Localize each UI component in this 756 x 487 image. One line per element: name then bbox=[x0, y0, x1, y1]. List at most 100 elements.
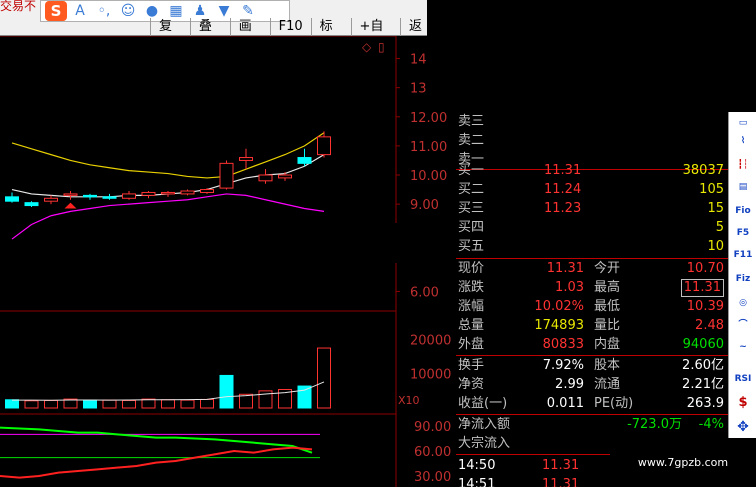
stat-value: 10.70 bbox=[686, 261, 724, 276]
kline-icon[interactable]: ┇┆ bbox=[732, 156, 754, 174]
macd-icon[interactable]: ◎ bbox=[732, 294, 754, 312]
buy-label: 买五 bbox=[458, 239, 485, 254]
fuquan-button[interactable]: 复权 bbox=[150, 18, 190, 52]
stat-row: 涨幅 10.02% 最低 10.39 bbox=[456, 297, 726, 316]
f10-icon[interactable]: Fio bbox=[732, 202, 754, 220]
fund-row: 净资 2.99 流通 2.21亿 bbox=[456, 375, 726, 394]
english-mode-icon[interactable]: A bbox=[69, 1, 91, 21]
ma5-line bbox=[11, 154, 325, 198]
stat-row: 外盘 80833 内盘 94060 bbox=[456, 335, 726, 354]
volume-bar bbox=[83, 399, 97, 409]
f10-button[interactable]: F10 bbox=[269, 18, 311, 36]
draw-line-button[interactable]: 画线 bbox=[229, 18, 270, 52]
buy-label: 买二 bbox=[458, 182, 485, 197]
candle-body bbox=[161, 191, 175, 195]
stat-value: 11.31 bbox=[546, 261, 584, 276]
volume-bar bbox=[24, 400, 39, 409]
candle-body bbox=[122, 193, 136, 199]
candle-body bbox=[102, 196, 117, 199]
volume-bar bbox=[5, 399, 19, 409]
fund-value: 2.99 bbox=[555, 377, 584, 392]
buy-label: 买四 bbox=[458, 220, 485, 235]
stat-label: 内盘 bbox=[594, 337, 621, 352]
add-favorite-button[interactable]: +自选 bbox=[350, 18, 400, 52]
fund-label: 净资 bbox=[458, 377, 485, 392]
stat-label: 最高 bbox=[594, 280, 621, 295]
punctuation-icon[interactable]: ◦, bbox=[93, 1, 115, 21]
fund-value: 7.92% bbox=[542, 358, 584, 373]
tick-price: 11.31 bbox=[542, 477, 580, 487]
buy-label: 买一 bbox=[458, 163, 485, 178]
f11-icon[interactable]: F11 bbox=[732, 246, 754, 264]
stat-value: 2.48 bbox=[695, 318, 724, 333]
stat-label: 外盘 bbox=[458, 337, 485, 352]
stat-row: 现价 11.31 今开 10.70 bbox=[456, 259, 726, 278]
indicator-icon[interactable]: ~ bbox=[732, 338, 754, 356]
move-icon[interactable]: ✥ bbox=[732, 418, 754, 436]
buy-signal-icon bbox=[64, 202, 77, 209]
indicator-tick-label: 90.00 bbox=[414, 420, 451, 435]
candle-body bbox=[24, 202, 39, 207]
sell-row[interactable]: 卖三 bbox=[456, 112, 726, 131]
candle-body bbox=[317, 136, 331, 156]
stat-value: 94060 bbox=[682, 337, 724, 352]
quote-panel: 卖三 卖二 卖一 买一 11.31 38037 买二 11.24 105 买三 … bbox=[456, 112, 728, 487]
table-icon[interactable]: ▤ bbox=[732, 178, 754, 196]
volume-tick-label: 10000 bbox=[410, 368, 451, 383]
sell-row[interactable]: 卖二 bbox=[456, 131, 726, 150]
tick-price: 11.31 bbox=[542, 458, 580, 473]
candle-body bbox=[63, 193, 78, 196]
redacted-block bbox=[427, 0, 756, 112]
f12-icon[interactable]: Fiz bbox=[732, 270, 754, 288]
price-tick-label: 10.00 bbox=[410, 169, 447, 184]
block-trade-label: 大宗流入 bbox=[458, 436, 511, 451]
stat-value: 174893 bbox=[534, 318, 584, 333]
money-icon[interactable]: $ bbox=[732, 394, 754, 412]
buy-row[interactable]: 买五 10 bbox=[456, 237, 726, 256]
chart-window-icon[interactable]: ▭ bbox=[732, 114, 754, 132]
overlay-button[interactable]: 叠加 bbox=[189, 18, 230, 52]
net-inflow-value: -723.0万 bbox=[627, 417, 682, 432]
net-inflow-row[interactable]: 净流入额 -723.0万 -4% bbox=[456, 415, 726, 434]
candle-body bbox=[180, 190, 195, 195]
volume-bar bbox=[180, 399, 195, 409]
buy-row[interactable]: 买四 5 bbox=[456, 218, 726, 237]
stat-label: 涨跌 bbox=[458, 280, 485, 295]
buy-volume: 10 bbox=[707, 239, 724, 254]
f5-icon[interactable]: F5 bbox=[732, 224, 754, 242]
watermark: www.7gpzb.com bbox=[610, 438, 756, 487]
fund-value: 263.9 bbox=[686, 396, 724, 411]
fund-label: 换手 bbox=[458, 358, 485, 373]
sell-label: 卖二 bbox=[458, 133, 485, 148]
buy-row[interactable]: 买三 11.23 15 bbox=[456, 199, 726, 218]
stat-value: 1.03 bbox=[555, 280, 584, 295]
chart-toolbar: 复权 叠加 画线 F10 标记 +自选 返 bbox=[150, 18, 430, 52]
fund-value: 0.011 bbox=[546, 396, 584, 411]
return-button[interactable]: 返 bbox=[399, 18, 430, 36]
fund-row: 收益(一) 0.011 PE(动) 263.9 bbox=[456, 394, 726, 413]
stat-value: 10.39 bbox=[686, 299, 724, 314]
candle-body bbox=[5, 196, 19, 202]
candle-body bbox=[44, 197, 58, 202]
kdj-icon[interactable]: ⌒ bbox=[732, 316, 754, 334]
buy-row[interactable]: 买二 11.24 105 bbox=[456, 180, 726, 199]
ma10-line bbox=[11, 132, 325, 179]
rsi-icon[interactable]: RSI bbox=[732, 370, 754, 388]
volume-bar bbox=[317, 347, 331, 409]
candle-body bbox=[278, 174, 292, 179]
fund-row: 换手 7.92% 股本 2.60亿 bbox=[456, 356, 726, 375]
line-chart-icon[interactable]: ⌇ bbox=[732, 132, 754, 150]
mark-button[interactable]: 标记 bbox=[310, 18, 351, 52]
sogou-logo-icon[interactable]: S bbox=[45, 1, 67, 21]
buy-price: 11.31 bbox=[544, 163, 582, 178]
stat-label: 最低 bbox=[594, 299, 621, 314]
volume-bar bbox=[297, 385, 312, 409]
buy-volume: 5 bbox=[715, 220, 724, 235]
buy-row[interactable]: 买一 11.31 38037 bbox=[456, 161, 726, 180]
volume-tick-label: 20000 bbox=[410, 333, 451, 348]
price-tick-label: 6.00 bbox=[410, 285, 439, 300]
stat-value: 10.02% bbox=[534, 299, 584, 314]
emoji-icon[interactable]: ☺ bbox=[117, 1, 139, 21]
candle-body bbox=[258, 174, 273, 182]
price-tick-label: 9.00 bbox=[410, 198, 439, 213]
